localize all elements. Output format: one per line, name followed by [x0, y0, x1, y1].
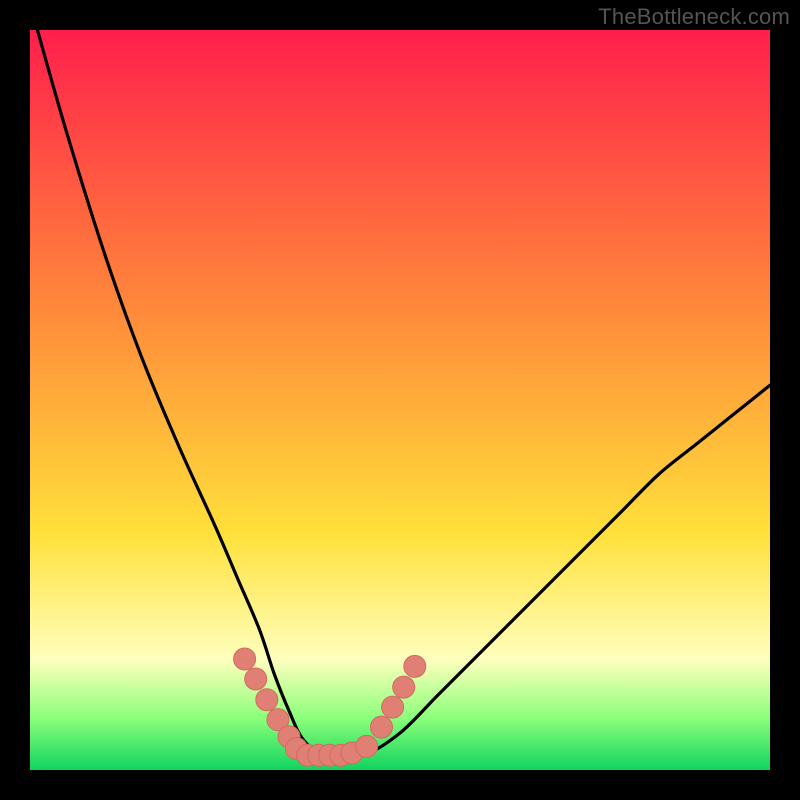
watermark-text: TheBottleneck.com — [598, 4, 790, 30]
curve-marker — [371, 716, 393, 738]
plot-background — [30, 30, 770, 770]
curve-marker — [382, 696, 404, 718]
chart-stage: TheBottleneck.com — [0, 0, 800, 800]
curve-marker — [256, 689, 278, 711]
chart-canvas — [0, 0, 800, 800]
curve-marker — [404, 655, 426, 677]
curve-marker — [356, 735, 378, 757]
curve-marker — [393, 676, 415, 698]
curve-marker — [245, 668, 267, 690]
curve-marker — [234, 648, 256, 670]
